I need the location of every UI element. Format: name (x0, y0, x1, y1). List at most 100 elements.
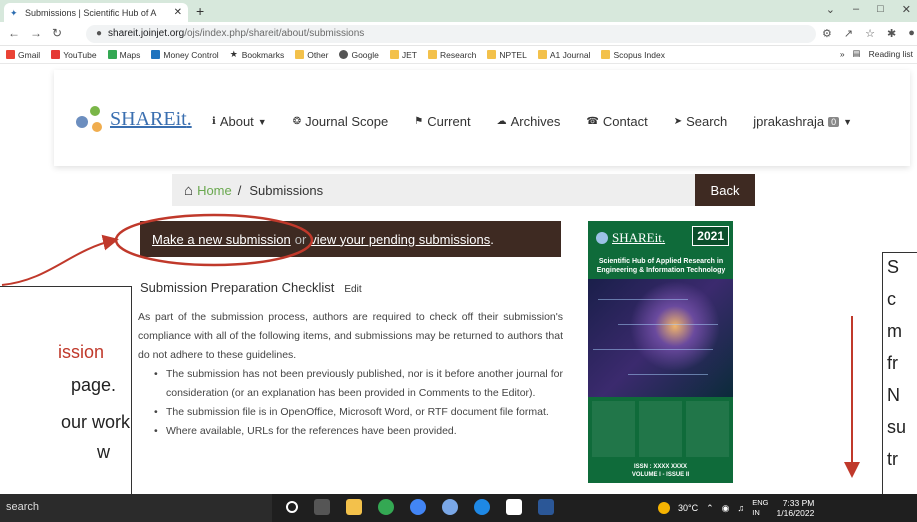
clock[interactable]: 7:33 PM 1/16/2022 (777, 498, 815, 518)
nav-journal-scope[interactable]: ❂ Journal Scope (293, 114, 389, 129)
network-icon[interactable]: ◉ (722, 503, 730, 514)
new-submission-link[interactable]: Make a new submission (152, 232, 291, 247)
journal-cover-image: SHAREit. 2021 Scientific Hub of Applied … (588, 221, 733, 483)
checklist-intro: As part of the submission process, autho… (138, 311, 563, 361)
tab-title: Submissions | Scientific Hub of A (25, 7, 157, 18)
or-text: or (294, 231, 307, 247)
chevron-up-icon[interactable]: ⌃ (706, 503, 714, 514)
bookmark-google[interactable]: Google (339, 50, 379, 60)
store-icon[interactable] (506, 499, 522, 515)
cover-artwork (588, 279, 733, 397)
word-icon[interactable] (538, 499, 554, 515)
bookmarks-bar: Gmail YouTube Maps Money Control ★ Bookma… (0, 46, 917, 64)
language-indicator[interactable]: ENG IN (752, 498, 768, 518)
folder-icon (295, 50, 305, 59)
breadcrumb: ⌂ Home / Submissions Back (172, 174, 755, 206)
bookmark-scopus-index[interactable]: Scopus Index (601, 50, 665, 60)
cloud-icon: ☁ (496, 116, 507, 127)
folder-icon (487, 50, 497, 59)
chrome-icon[interactable] (378, 499, 394, 515)
chrome-alt-icon[interactable] (442, 499, 458, 515)
edge-icon[interactable] (474, 499, 490, 515)
bookmark-a1-journal[interactable]: A1 Journal (537, 50, 590, 60)
page-content: SHAREit. ℹ About ▼ ❂ Journal Scope ⚑ Current… (0, 64, 917, 494)
new-tab-icon[interactable]: + (196, 3, 204, 19)
gmail-icon (6, 50, 15, 59)
home-icon[interactable]: ⌂ (184, 182, 193, 199)
bookmark-gmail[interactable]: Gmail (6, 50, 40, 60)
back-arrow-icon[interactable]: ← (8, 26, 20, 40)
annotation-text: w (97, 442, 110, 462)
money-control-icon (151, 50, 161, 59)
share-logo-icon (596, 232, 608, 244)
reading-list-button[interactable]: Reading list (869, 49, 913, 59)
bookmark-bookmarks[interactable]: ★ Bookmarks (230, 50, 285, 60)
nav-archives[interactable]: ☁ Archives (497, 114, 561, 129)
cover-issn: ISSN : XXXX XXXX VOLUME I - ISSUE II (631, 464, 690, 478)
notification-badge: 0 (828, 116, 840, 127)
annotation-text: su (887, 417, 907, 437)
key-icon[interactable]: ⚙ (822, 27, 832, 40)
annotation-text: N (887, 385, 900, 405)
bookmark-money-control[interactable]: Money Control (151, 50, 219, 60)
bookmark-jet[interactable]: JET (389, 50, 417, 60)
volume-icon[interactable]: ♫ (738, 503, 745, 513)
caret-down-icon: ▼ (257, 116, 267, 127)
bookmark-maps[interactable]: Maps (107, 50, 140, 60)
annotation-text: page. (71, 375, 117, 395)
task-view-icon[interactable] (314, 499, 330, 515)
search-icon: ➤ (673, 116, 683, 127)
close-tab-icon[interactable]: ✕ (174, 7, 182, 18)
nav-current[interactable]: ⚑ Current (414, 114, 470, 129)
more-bookmarks-button[interactable]: » (840, 49, 845, 59)
nav-contact[interactable]: ☎ Contact (586, 114, 647, 129)
minimize-icon[interactable]: – (853, 3, 859, 16)
info-icon: ℹ (212, 116, 216, 127)
annotation-text: S (887, 257, 900, 277)
screen: ✦ Submissions | Scientific Hub of A ✕ + … (0, 0, 917, 522)
bookmark-other[interactable]: Other (295, 50, 328, 60)
edit-checklist-link[interactable]: Edit (344, 284, 361, 295)
share-icon[interactable]: ↗ (844, 27, 853, 40)
close-window-icon[interactable]: ✕ (902, 3, 911, 16)
cover-subtitle: Scientific Hub of Applied Research in En… (596, 258, 726, 274)
nav-about[interactable]: ℹ About ▼ (212, 114, 267, 129)
site-logo[interactable]: SHAREit. (76, 106, 192, 132)
annotation-text: tr (887, 449, 898, 469)
maximize-icon[interactable]: □ (877, 3, 884, 16)
submission-actions-bar: Make a new submission or view your pendi… (140, 221, 561, 257)
main-nav: ℹ About ▼ ❂ Journal Scope ⚑ Current ☁ Archive… (212, 114, 878, 129)
back-button[interactable]: Back (695, 174, 755, 206)
forward-arrow-icon[interactable]: → (30, 26, 42, 40)
browser-tab[interactable]: ✦ Submissions | Scientific Hub of A ✕ (4, 3, 188, 22)
profile-icon[interactable]: ● (908, 27, 915, 40)
cover-editor-columns (592, 401, 729, 457)
breadcrumb-home-link[interactable]: Home (197, 183, 232, 198)
url-bar[interactable]: ● shareit.joinjet.org/ojs/index.php/share… (86, 25, 816, 43)
tab-search-icon[interactable]: ⌄ (826, 3, 835, 16)
reload-icon[interactable]: ↻ (52, 26, 62, 40)
bookmark-nptel[interactable]: NPTEL (487, 50, 527, 60)
bookmark-youtube[interactable]: YouTube (51, 50, 97, 60)
checklist-item: Where available, URLs for the references… (152, 422, 563, 441)
bookmark-star-icon[interactable]: ☆ (865, 27, 875, 40)
annotation-text: m (887, 321, 902, 341)
windows-taskbar: search 30°C ⌃ ◉ ♫ ENG IN 7:33 PM 1/16/2022 (0, 494, 917, 522)
temperature[interactable]: 30°C (678, 503, 698, 513)
breadcrumb-current: Submissions (249, 182, 324, 198)
taskbar-search[interactable]: search (0, 494, 272, 522)
chrome-profile-icon[interactable] (410, 499, 426, 515)
system-tray: 30°C ⌃ ◉ ♫ ENG IN 7:33 PM 1/16/2022 (658, 498, 814, 518)
pending-submissions-link[interactable]: view your pending submissions (310, 232, 490, 247)
google-icon (339, 50, 349, 59)
cortana-icon[interactable] (286, 501, 298, 513)
address-icons: ⚙ ↗ ☆ ✱ ● ⋮ (822, 27, 917, 40)
file-explorer-icon[interactable] (346, 499, 362, 515)
annotation-text: ission (58, 342, 105, 362)
nav-search[interactable]: ➤ Search (674, 114, 728, 129)
nav-user-menu[interactable]: jprakashraja 0 ▼ (753, 114, 852, 129)
bookmark-research[interactable]: Research (428, 50, 476, 60)
extensions-icon[interactable]: ✱ (887, 27, 896, 40)
window-controls: ⌄ – □ ✕ (826, 3, 911, 16)
breadcrumb-separator: / (237, 182, 242, 198)
